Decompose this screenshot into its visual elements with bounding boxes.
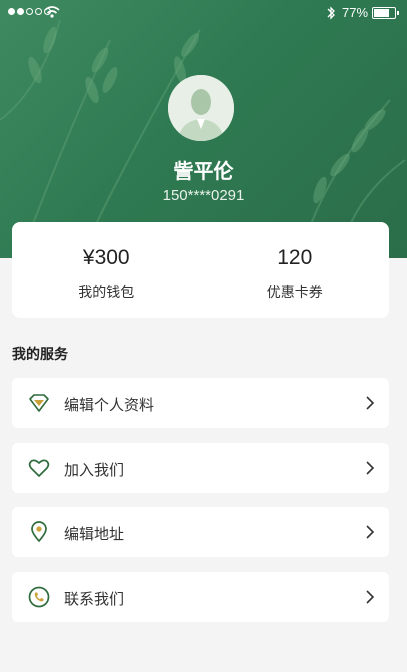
coupons-count: 120 [277, 246, 313, 269]
user-phone: 150****0291 [162, 187, 245, 204]
stats-card: ¥300 我的钱包 120 优惠卡券 [12, 222, 389, 318]
wifi-icon [44, 6, 60, 18]
coupons-stat[interactable]: 120 优惠卡券 [201, 222, 390, 318]
menu-item-edit-address[interactable]: 编辑地址 [12, 507, 389, 557]
status-bar: 77% [0, 0, 407, 26]
bluetooth-icon [327, 6, 335, 20]
menu-item-contact-us[interactable]: 联系我们 [12, 572, 389, 622]
menu-item-edit-profile[interactable]: 编辑个人资料 [12, 378, 389, 428]
menu-label: 联系我们 [64, 590, 125, 608]
chevron-right-icon [366, 396, 375, 410]
location-pin-icon [31, 521, 47, 543]
heart-icon [28, 459, 50, 477]
wallet-label: 我的钱包 [78, 285, 135, 301]
menu-item-join-us[interactable]: 加入我们 [12, 443, 389, 493]
user-name: 訾平伦 [173, 159, 234, 183]
phone-icon [28, 586, 50, 608]
diamond-icon [29, 394, 49, 412]
avatar[interactable] [168, 75, 234, 141]
chevron-right-icon [366, 590, 375, 604]
user-silhouette-icon [168, 75, 234, 141]
battery-icon [372, 7, 399, 19]
battery-percent: 77% [342, 5, 369, 20]
coupons-label: 优惠卡券 [266, 285, 323, 301]
wallet-balance: ¥300 [82, 246, 130, 269]
chevron-right-icon [366, 461, 375, 475]
menu-label: 编辑个人资料 [64, 396, 155, 414]
wallet-stat[interactable]: ¥300 我的钱包 [12, 222, 201, 318]
profile-header: 77% 訾平伦 150****0291 [0, 0, 407, 258]
chevron-right-icon [366, 525, 375, 539]
menu-label: 加入我们 [64, 461, 125, 479]
menu-label: 编辑地址 [64, 525, 125, 543]
services-section-title: 我的服务 [12, 347, 68, 363]
